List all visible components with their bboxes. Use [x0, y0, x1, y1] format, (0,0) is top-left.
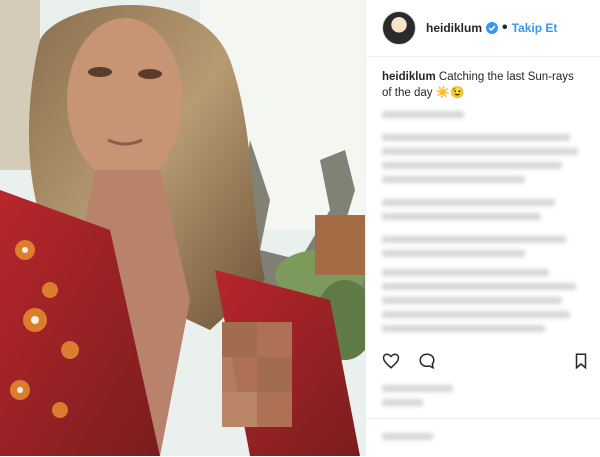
- avatar[interactable]: [382, 11, 416, 45]
- censor-block: [222, 322, 292, 427]
- heart-icon[interactable]: [382, 352, 400, 370]
- instagram-post: heidiklum • Takip Et heidiklum Catching …: [0, 0, 600, 456]
- post-photo[interactable]: [0, 0, 365, 456]
- verified-badge-icon: [486, 22, 499, 34]
- header-username[interactable]: heidiklum: [426, 21, 482, 35]
- post-header: heidiklum • Takip Et: [366, 0, 600, 57]
- caption-username[interactable]: heidiklum: [382, 71, 436, 83]
- selfie-image: [0, 0, 365, 456]
- post-sidebar: heidiklum • Takip Et heidiklum Catching …: [365, 0, 600, 456]
- caption-emoji: ☀️😉: [435, 87, 465, 99]
- separator-dot: •: [502, 19, 508, 36]
- caption: heidiklum Catching the last Sun-rays of …: [366, 57, 600, 101]
- blurred-comment-input[interactable]: [366, 433, 600, 440]
- post-actions: [382, 352, 436, 370]
- follow-button[interactable]: Takip Et: [512, 21, 558, 35]
- blurred-comments: [366, 111, 600, 332]
- blurred-likes: [366, 378, 600, 413]
- comment-footer: [366, 418, 600, 457]
- save-icon[interactable]: [572, 352, 590, 370]
- comment-icon[interactable]: [418, 352, 436, 370]
